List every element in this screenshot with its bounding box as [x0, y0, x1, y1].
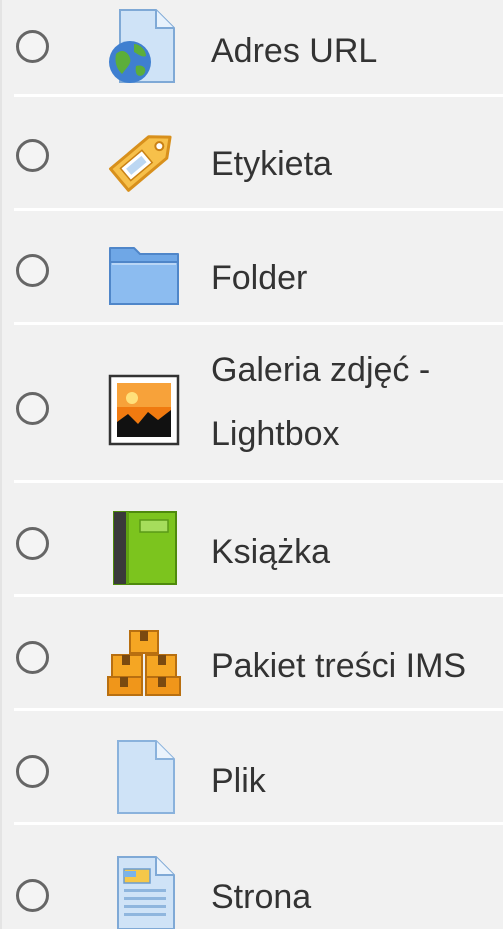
- item-label: Folder: [211, 259, 308, 297]
- page-icon: [106, 855, 182, 929]
- list-item-book[interactable]: Książka: [2, 483, 503, 595]
- list-item-page[interactable]: Strona: [2, 825, 503, 929]
- item-label: Adres URL: [211, 32, 378, 70]
- list-item-url[interactable]: Adres URL: [2, 0, 503, 95]
- radio-button-file[interactable]: [16, 755, 49, 788]
- item-label: Strona: [211, 878, 312, 916]
- item-label: Galeria zdjęć - Lightbox: [211, 351, 431, 453]
- list-item-gallery[interactable]: Galeria zdjęć - Lightbox: [2, 325, 503, 481]
- label-tag-icon: [106, 119, 182, 195]
- list-item-label[interactable]: Etykieta: [2, 97, 503, 209]
- image-gallery-icon: [106, 372, 182, 448]
- list-item-folder[interactable]: Folder: [2, 211, 503, 323]
- url-globe-icon: [106, 8, 182, 84]
- radio-button-book[interactable]: [16, 527, 49, 560]
- list-item-ims-package[interactable]: Pakiet treści IMS: [2, 597, 503, 709]
- radio-button-page[interactable]: [16, 879, 49, 912]
- list-item-file[interactable]: Plik: [2, 711, 503, 823]
- item-label: Plik: [211, 762, 266, 800]
- activity-chooser-list: Adres URL Etykieta Folder Galeria zdjęć …: [0, 0, 503, 929]
- item-label: Książka: [211, 533, 331, 571]
- ims-package-icon: [106, 625, 182, 701]
- folder-icon: [106, 236, 182, 312]
- radio-button-folder[interactable]: [16, 254, 49, 287]
- radio-button-ims-package[interactable]: [16, 641, 49, 674]
- book-icon: [106, 510, 182, 586]
- item-label: Pakiet treści IMS: [211, 647, 467, 685]
- item-label: Etykieta: [211, 145, 332, 183]
- radio-button-url[interactable]: [16, 30, 49, 63]
- radio-button-gallery[interactable]: [16, 392, 49, 425]
- radio-button-label[interactable]: [16, 139, 49, 172]
- file-icon: [106, 739, 182, 815]
